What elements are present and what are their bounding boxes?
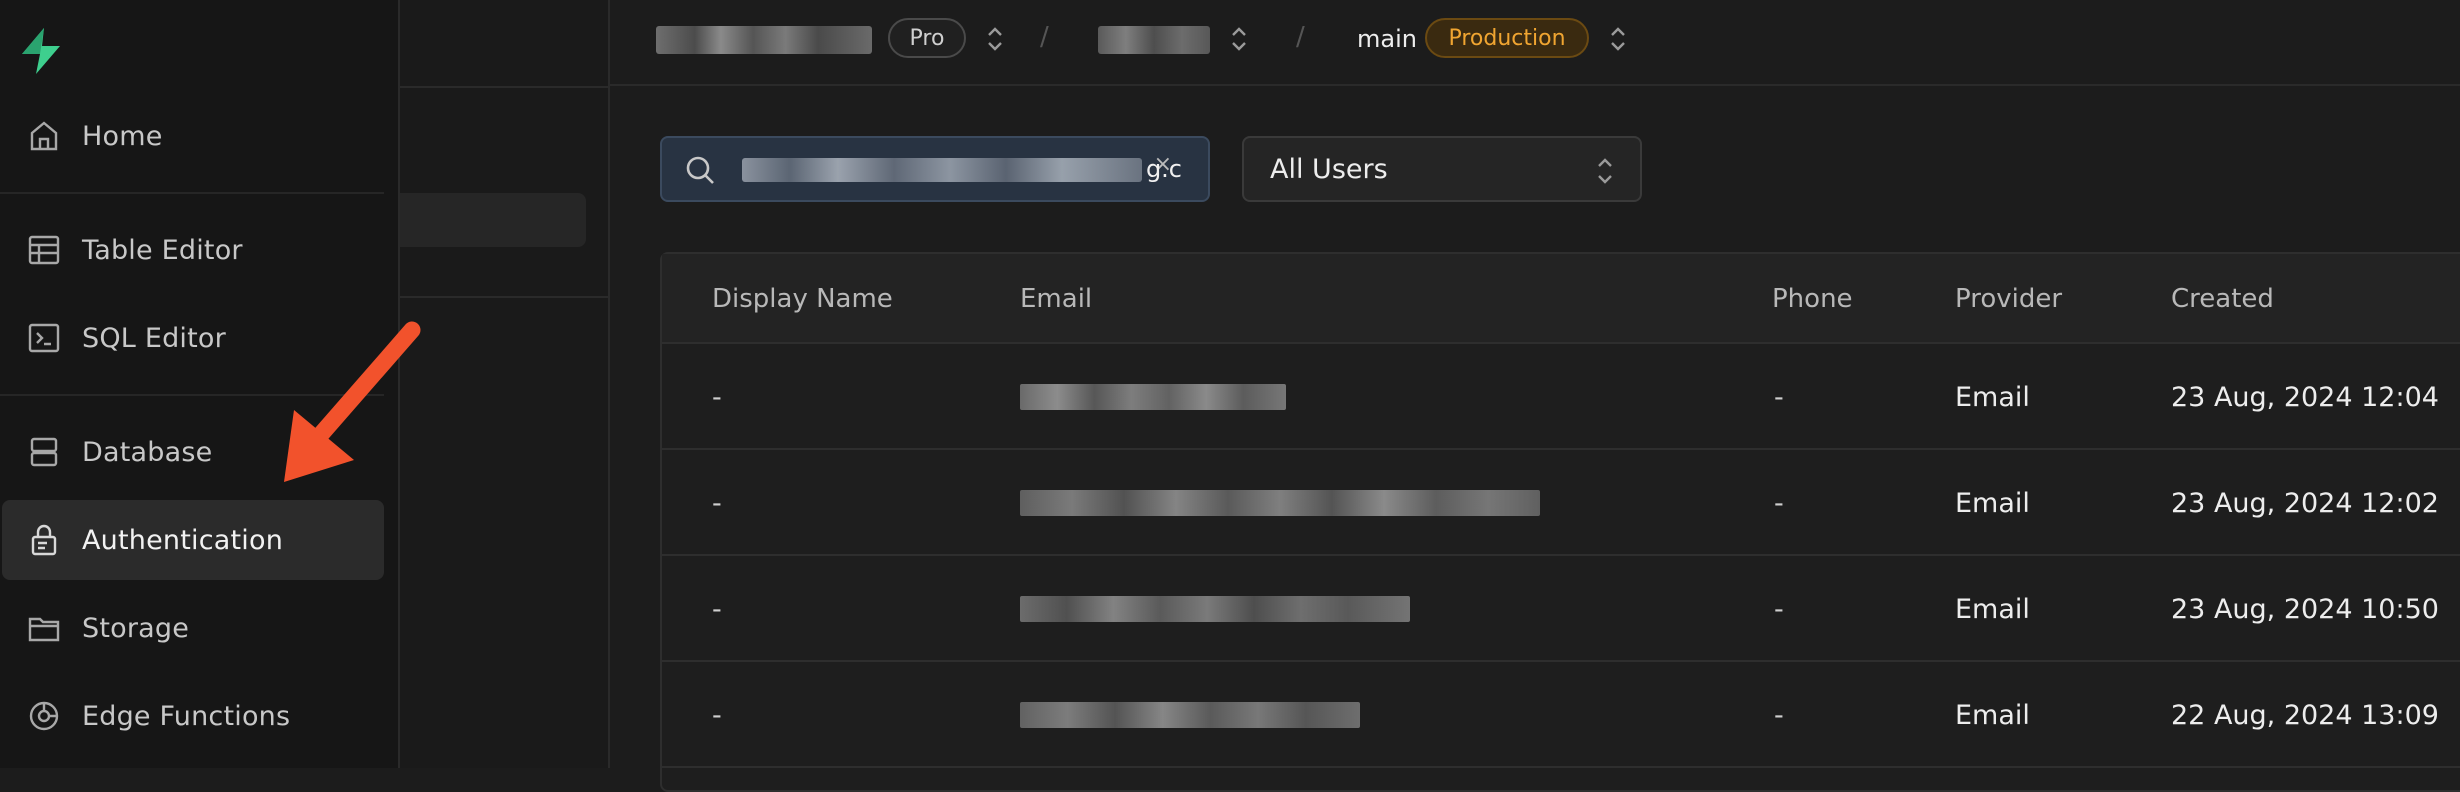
cell-provider: Email [1955,594,2030,625]
database-icon [24,432,64,472]
cell-created: 22 Aug, 2024 13:09 [2171,700,2439,731]
search-value-tail: g.c [1145,155,1182,183]
user-filter-value: All Users [1270,153,1388,185]
cell-created: 23 Aug, 2024 12:04 [2171,382,2439,413]
functions-icon [24,696,64,736]
cell-email-redacted [1020,490,1540,516]
breadcrumb-separator: / [1296,22,1305,52]
org-name-redacted[interactable] [656,26,872,54]
cell-display-name: - [712,382,722,413]
auth-submenu [400,0,610,768]
chevron-updown-icon [1598,158,1612,184]
nav-label-authentication: Authentication [82,524,284,556]
column-header-provider[interactable]: Provider [1955,284,2062,314]
breadcrumb: Pro / / main Production [610,0,2460,86]
cell-created: 23 Aug, 2024 10:50 [2171,594,2439,625]
home-icon [24,116,64,156]
nav-label-database: Database [82,436,213,468]
column-header-created[interactable]: Created [2171,284,2274,314]
cell-email-redacted [1020,384,1286,410]
nav-item-edge-functions[interactable]: Edge Functions [2,676,384,756]
table-row[interactable]: - - Email 23 Aug, 2024 12:04 [662,344,2460,450]
cell-phone: - [1774,594,1784,625]
table-row[interactable]: - - Email 22 Aug, 2024 13:09 [662,662,2460,768]
submenu-divider [400,296,608,298]
cell-created: 23 Aug, 2024 12:02 [2171,488,2439,519]
search-icon [686,156,714,184]
terminal-icon [24,318,64,358]
annotation-arrow-icon [284,321,421,482]
branch-name[interactable]: main [1357,25,1417,53]
nav-label-storage: Storage [82,612,190,644]
table-row[interactable]: - - Email 23 Aug, 2024 10:50 [662,556,2460,662]
table-header: Display Name Email Phone Provider Create… [662,254,2460,344]
supabase-logo-icon[interactable] [14,26,70,76]
nav-label-table-editor: Table Editor [82,234,243,266]
cell-email-redacted [1020,596,1410,622]
user-filter-select[interactable]: All Users [1242,136,1642,202]
project-switcher-chevron-icon[interactable] [1228,24,1250,54]
users-table: Display Name Email Phone Provider Create… [660,252,2460,792]
nav-label-home: Home [82,120,163,152]
cell-phone: - [1774,382,1784,413]
branch-switcher-chevron-icon[interactable] [1607,24,1629,54]
submenu-selected-item[interactable] [400,193,586,247]
table-icon [24,230,64,270]
column-header-phone[interactable]: Phone [1772,284,1853,314]
environment-badge: Production [1425,18,1589,58]
submenu-divider [400,86,608,88]
cell-email-redacted [1020,702,1360,728]
cell-provider: Email [1955,700,2030,731]
column-header-email[interactable]: Email [1020,284,1092,314]
search-input[interactable]: × g.c [660,136,1210,202]
project-name-redacted[interactable] [1098,26,1210,54]
lock-icon [24,520,64,560]
nav-item-storage[interactable]: Storage [2,588,384,668]
cell-display-name: - [712,700,722,731]
nav-label-sql-editor: SQL Editor [82,322,226,354]
plan-badge: Pro [888,18,966,58]
search-value-redacted [742,158,1142,182]
cell-phone: - [1774,488,1784,519]
nav-item-home[interactable]: Home [2,96,384,176]
org-switcher-chevron-icon[interactable] [984,24,1006,54]
cell-provider: Email [1955,488,2030,519]
cell-display-name: - [712,488,722,519]
cell-provider: Email [1955,382,2030,413]
nav-item-authentication[interactable]: Authentication [2,500,384,580]
cell-phone: - [1774,700,1784,731]
nav-item-table-editor[interactable]: Table Editor [2,210,384,290]
nav-label-edge-functions: Edge Functions [82,700,291,732]
table-row[interactable]: - - Email 23 Aug, 2024 12:02 [662,450,2460,556]
breadcrumb-separator: / [1040,22,1049,52]
nav-divider [0,192,384,194]
cell-display-name: - [712,594,722,625]
column-header-display-name[interactable]: Display Name [712,284,893,314]
folder-icon [24,608,64,648]
